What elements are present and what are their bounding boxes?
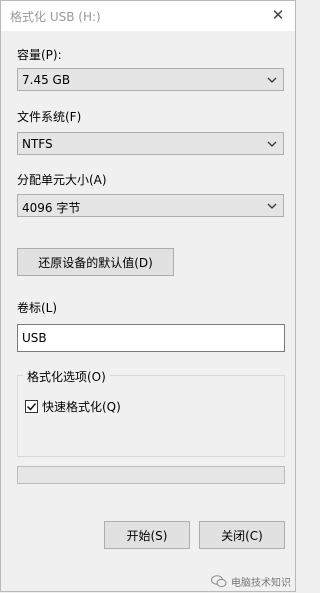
chevron-down-icon [267, 141, 277, 147]
watermark: 电脑技术知识 [211, 574, 291, 589]
start-button[interactable]: 开始(S) [104, 521, 190, 549]
allocation-label: 分配单元大小(A) [17, 173, 107, 187]
volume-label-value: USB [22, 331, 47, 345]
title-bar: 格式化 USB (H:) ✕ [1, 1, 295, 31]
restore-defaults-button[interactable]: 还原设备的默认值(D) [17, 248, 174, 276]
capacity-value: 7.45 GB [22, 73, 71, 87]
window-title: 格式化 USB (H:) [10, 10, 101, 24]
chevron-down-icon [267, 77, 277, 83]
filesystem-dropdown[interactable]: NTFS [17, 132, 284, 155]
format-dialog: 格式化 USB (H:) ✕ 容量(P): 7.45 GB 文件系统(F) NT… [0, 0, 296, 592]
allocation-value: 4096 字节 [22, 201, 81, 215]
capacity-dropdown[interactable]: 7.45 GB [17, 68, 284, 91]
quick-format-label: 快速格式化(Q) [42, 400, 121, 414]
format-options-group [17, 375, 285, 457]
quick-format-checkbox[interactable] [25, 400, 38, 413]
volume-label: 卷标(L) [17, 301, 58, 315]
capacity-label: 容量(P): [17, 48, 62, 62]
chevron-down-icon [267, 203, 277, 209]
close-icon[interactable]: ✕ [267, 4, 289, 26]
volume-label-input[interactable]: USB [17, 324, 285, 352]
close-button[interactable]: 关闭(C) [199, 521, 285, 549]
filesystem-label: 文件系统(F) [17, 110, 82, 124]
watermark-text: 电脑技术知识 [231, 578, 291, 589]
allocation-dropdown[interactable]: 4096 字节 [17, 194, 284, 217]
format-options-legend: 格式化选项(O) [23, 368, 110, 385]
format-progress-bar [17, 466, 285, 484]
wechat-icon [211, 575, 227, 588]
filesystem-value: NTFS [22, 137, 53, 151]
checkmark-icon [26, 403, 37, 411]
